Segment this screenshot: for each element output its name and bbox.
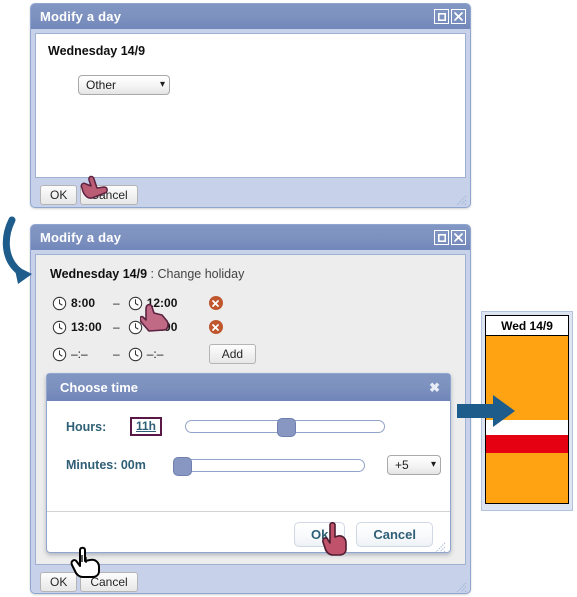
calendar-segment-busy-morning: [486, 336, 568, 420]
minutes-row: Minutes: 00m +5 ▾: [47, 455, 450, 476]
clock-icon: [128, 347, 142, 361]
day-title: Wednesday 14/9: [48, 44, 146, 58]
maximize-icon[interactable]: [434, 230, 449, 245]
window-controls: [434, 9, 466, 24]
delete-icon[interactable]: [208, 296, 223, 310]
window-controls: [434, 230, 466, 245]
window-footer: OK Cancel: [31, 569, 470, 595]
table-row: –:– – –:– Add: [52, 342, 465, 366]
minutes-label: Minutes: 00m: [66, 458, 146, 472]
ok-button[interactable]: OK: [40, 185, 78, 205]
dialog-footer: Ok Cancel: [47, 511, 450, 556]
dialog-body: Hours: 11h Minutes: 00m +5 ▾: [47, 401, 450, 511]
resize-grip[interactable]: [455, 194, 467, 206]
dialog-title: Choose time: [60, 380, 139, 395]
calendar-segment-free-gap: [486, 419, 568, 435]
close-icon[interactable]: [451, 9, 466, 24]
category-select-value: Other: [86, 78, 117, 92]
category-select[interactable]: Other ▾: [78, 75, 170, 95]
clock-icon: [128, 296, 142, 310]
clock-icon: [52, 296, 67, 310]
time-range-list: 8:00 – 12:00 13:00 – 17:00 –:– – –:– Add: [36, 281, 465, 366]
hours-value[interactable]: 11h: [130, 417, 163, 436]
delete-icon[interactable]: [208, 320, 223, 334]
close-icon[interactable]: ✖: [429, 381, 440, 394]
ok-button[interactable]: OK: [40, 572, 78, 592]
hours-label: Hours:: [66, 419, 107, 434]
step-select[interactable]: +5 ▾: [387, 455, 441, 475]
choose-time-dialog[interactable]: Choose time ✖ Hours: 11h Minutes: 00m +5…: [46, 373, 451, 553]
calendar-segment-highlight: [486, 434, 568, 453]
maximize-icon[interactable]: [434, 9, 449, 24]
end-time[interactable]: 17:00: [147, 320, 187, 334]
hours-row: Hours: 11h: [47, 417, 450, 437]
window-title: Modify a day: [40, 230, 122, 245]
calendar-segment-busy-evening: [486, 452, 568, 503]
clock-icon: [128, 320, 142, 334]
window-body: Wednesday 14/9: [35, 33, 466, 178]
cancel-button[interactable]: Cancel: [80, 185, 138, 205]
dialog-cancel-button[interactable]: Cancel: [356, 521, 433, 547]
chevron-down-icon: ▾: [430, 459, 436, 470]
minutes-slider-knob[interactable]: [173, 456, 192, 476]
step-select-value: +5: [395, 458, 409, 472]
clock-icon: [52, 320, 67, 334]
cancel-button[interactable]: Cancel: [80, 572, 138, 592]
clock-icon: [52, 347, 67, 361]
dialog-titlebar[interactable]: Choose time ✖: [47, 374, 450, 401]
resize-grip[interactable]: [434, 541, 446, 553]
start-time[interactable]: –:–: [71, 347, 111, 361]
start-time[interactable]: 13:00: [71, 320, 111, 334]
calendar-day-header: Wed 14/9: [485, 315, 569, 336]
range-separator: –: [113, 347, 120, 361]
titlebar[interactable]: Modify a day: [31, 4, 470, 29]
range-separator: –: [113, 320, 120, 334]
chevron-down-icon: ▾: [159, 79, 165, 90]
close-icon[interactable]: [451, 230, 466, 245]
modify-a-day-window-top[interactable]: Modify a day Wednesday 14/9 Other ▾ OK C…: [30, 3, 471, 208]
day-title: Wednesday 14/9: [50, 267, 148, 281]
minutes-slider[interactable]: [173, 456, 365, 476]
day-title-row: Wednesday 14/9 : Change holiday: [36, 255, 465, 281]
titlebar[interactable]: Modify a day: [31, 225, 470, 250]
end-time[interactable]: 12:00: [147, 296, 187, 310]
table-row: 8:00 – 12:00: [52, 291, 465, 315]
calendar-day-column[interactable]: [485, 336, 569, 504]
start-time[interactable]: 8:00: [71, 296, 111, 310]
hours-slider[interactable]: [185, 418, 386, 437]
add-button[interactable]: Add: [208, 344, 257, 364]
calendar-day-strip[interactable]: Wed 14/9: [481, 311, 573, 511]
dialog-ok-button[interactable]: Ok: [294, 521, 346, 547]
window-footer: OK Cancel: [31, 182, 470, 208]
range-separator: –: [113, 296, 120, 310]
window-title: Modify a day: [40, 9, 122, 24]
resize-grip[interactable]: [455, 581, 467, 593]
hours-slider-knob[interactable]: [277, 418, 297, 437]
day-action: Change holiday: [157, 267, 245, 281]
end-time[interactable]: –:–: [147, 347, 187, 361]
table-row: 13:00 – 17:00: [52, 315, 465, 339]
day-separator: :: [147, 267, 158, 281]
